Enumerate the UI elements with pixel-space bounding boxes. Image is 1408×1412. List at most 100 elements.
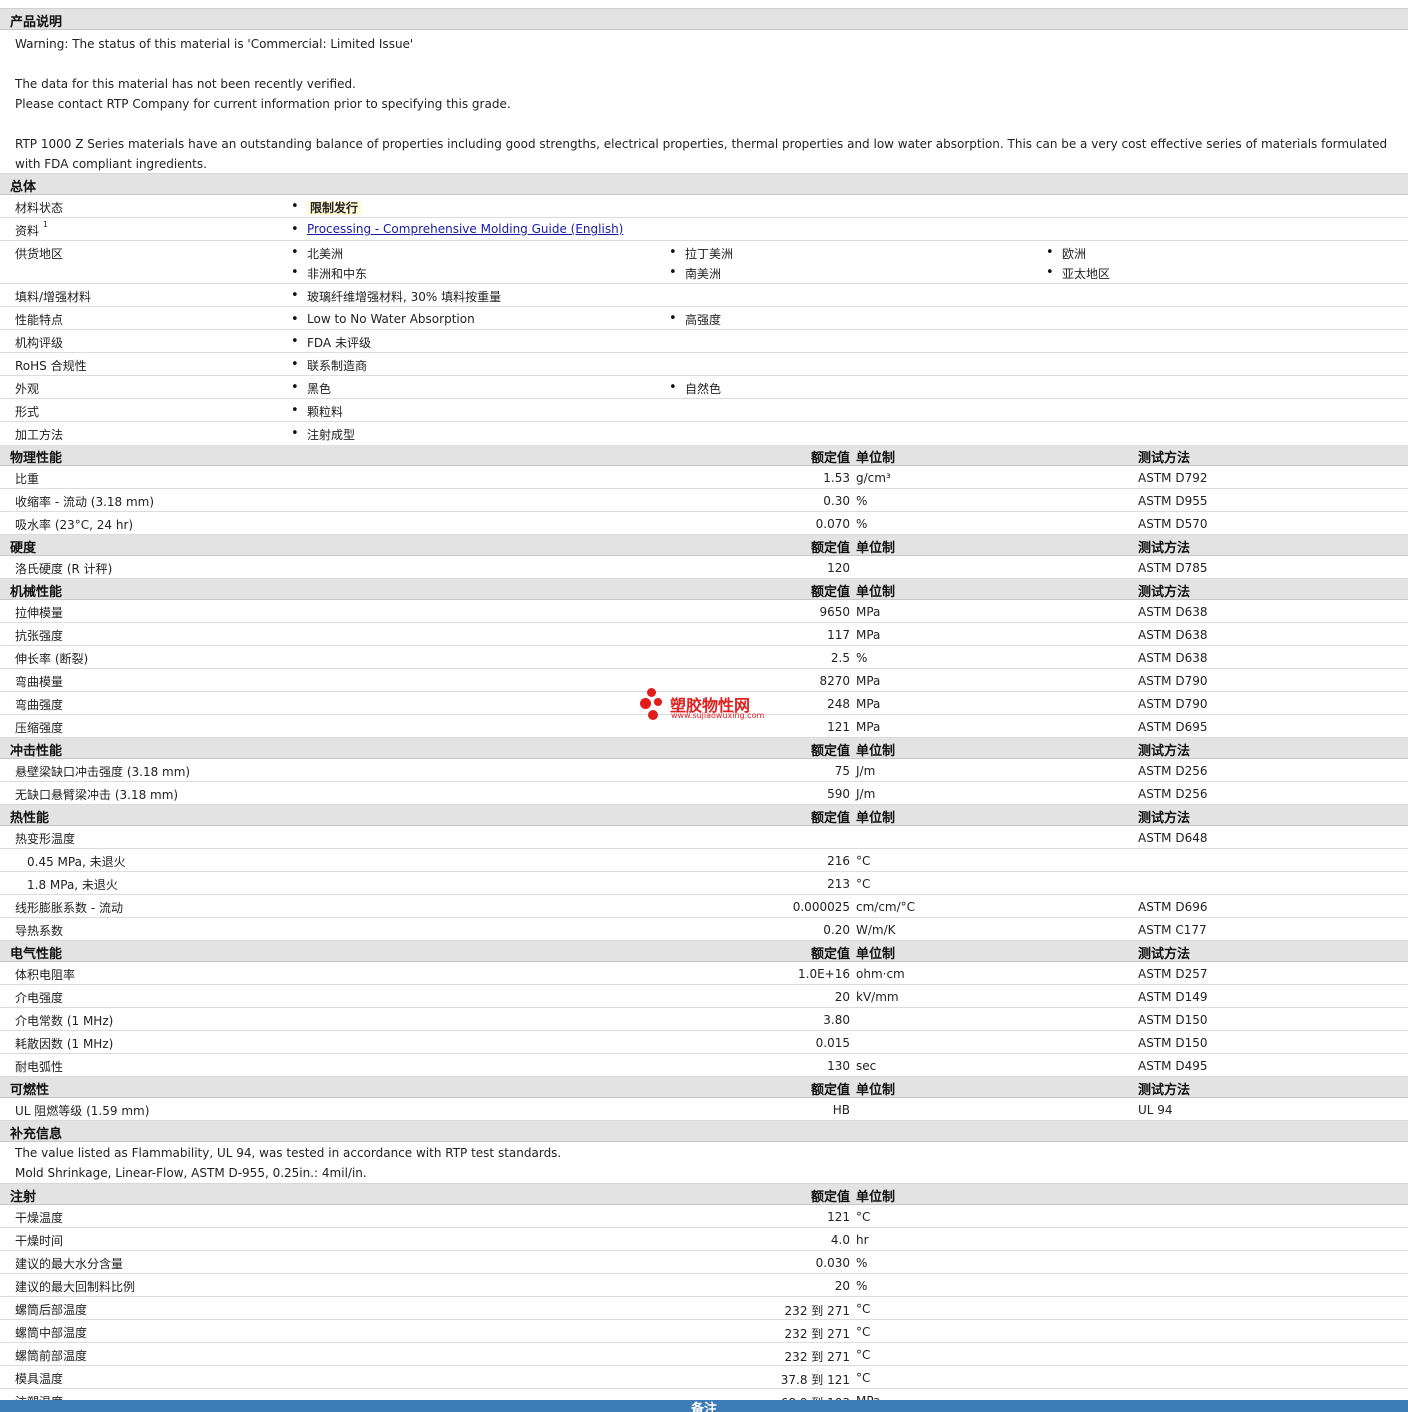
section-title: 物理性能 [10, 451, 63, 466]
property-value: 121 [827, 1210, 850, 1224]
table-row: 拉伸模量 9650 MPa ASTM D638 [0, 600, 1408, 623]
property-value: 75 [834, 764, 850, 778]
bullet-item: 注射成型 [291, 426, 355, 443]
supplement-text: The value listed as Flammability, UL 94,… [0, 1142, 1408, 1184]
section-header-thermal: 热性能 额定值 单位制 测试方法 [0, 805, 1408, 826]
column-header-value: 额定值 [810, 1190, 850, 1205]
property-name: 干燥时间 [15, 1234, 64, 1248]
property-unit: MPa [856, 628, 881, 642]
property-name: UL 阻燃等级 (1.59 mm) [15, 1104, 150, 1118]
table-row: 热变形温度 ASTM D648 [0, 826, 1408, 849]
property-unit: MPa [856, 674, 881, 688]
property-name: 耐电弧性 [15, 1060, 64, 1074]
property-value: 0.20 [823, 923, 850, 937]
property-unit: % [856, 651, 868, 665]
test-method: ASTM D696 [1138, 900, 1208, 914]
section-header-description: 产品说明 [0, 9, 1408, 30]
logo-dot [654, 698, 662, 706]
property-name: 洛氏硬度 (R 计秤) [15, 562, 113, 576]
property-unit: cm/cm/°C [856, 900, 916, 914]
property-name: 压缩强度 [15, 721, 64, 735]
bullet-item: 玻璃纤维增强材料, 30% 填料按重量 [291, 288, 501, 305]
footnote-marker: 1 [42, 220, 48, 229]
test-method: ASTM D790 [1138, 674, 1208, 688]
bullet-item: FDA 未评级 [291, 334, 371, 351]
property-unit: % [856, 494, 868, 508]
logo-dot [648, 710, 658, 720]
column-header-unit: 单位制 [856, 1083, 896, 1098]
property-value: 248 [827, 697, 850, 711]
notes-footer-bar[interactable]: 备注 [0, 1400, 1408, 1412]
property-unit: % [856, 1256, 868, 1270]
property-name: 吸水率 (23°C, 24 hr) [15, 518, 134, 532]
property-unit: °C [856, 1348, 871, 1362]
general-row-processing: 加工方法 注射成型 [0, 422, 1408, 445]
table-row: 0.45 MPa, 未退火 216 °C [0, 849, 1408, 872]
table-row: 伸长率 (断裂) 2.5% ASTM D638 [0, 646, 1408, 669]
column-header-unit: 单位制 [856, 947, 896, 962]
bullet-item: 拉丁美洲 [669, 245, 733, 262]
table-row: 介电强度 20 kV/mm ASTM D149 [0, 985, 1408, 1008]
property-unit: MPa [856, 605, 881, 619]
property-unit: kV/mm [856, 990, 899, 1004]
test-method: ASTM D495 [1138, 1059, 1208, 1073]
property-name: 拉伸模量 [15, 606, 64, 620]
property-name: 1.8 MPa, 未退火 [27, 878, 118, 892]
table-row: 建议的最大回制料比例 20% [0, 1274, 1408, 1297]
property-name: 介电强度 [15, 991, 64, 1005]
section-title: 机械性能 [10, 585, 63, 600]
property-value: 20 [834, 990, 850, 1004]
property-unit: J/m [856, 787, 876, 801]
property-name: 伸长率 (断裂) [15, 652, 89, 666]
property-value: 232 到 271 [784, 1350, 850, 1364]
property-unit: °C [856, 1302, 871, 1316]
property-name: 耗散因数 (1 MHz) [15, 1037, 114, 1051]
property-value: 120 [827, 561, 850, 575]
row-label: 性能特点 [15, 313, 64, 327]
processing-guide-link[interactable]: Processing - Comprehensive Molding Guide… [307, 222, 623, 236]
property-value: 20 [834, 1279, 850, 1293]
column-header-method: 测试方法 [1138, 541, 1191, 556]
column-header-value: 额定值 [810, 947, 850, 962]
property-unit: MPa [856, 720, 881, 734]
bullet-item: 非洲和中东 [291, 265, 367, 282]
test-method: ASTM D256 [1138, 764, 1208, 778]
column-header-value: 额定值 [810, 1083, 850, 1098]
property-name: 建议的最大回制料比例 [15, 1280, 136, 1294]
row-label: 加工方法 [15, 428, 64, 442]
property-name: 抗张强度 [15, 629, 64, 643]
property-value: 232 到 271 [784, 1304, 850, 1318]
description-line: Please contact RTP Company for current i… [15, 97, 511, 111]
column-header-method: 测试方法 [1138, 585, 1191, 600]
property-unit: J/m [856, 764, 876, 778]
watermark-logo: 塑胶物性网 www.sujiaowuxing.com [640, 688, 780, 724]
general-row-appearance: 外观 黑色 自然色 [0, 376, 1408, 399]
property-name: 弯曲模量 [15, 675, 64, 689]
property-value: 121 [827, 720, 850, 734]
column-header-unit: 单位制 [856, 541, 896, 556]
table-row: 干燥时间 4.0 hr [0, 1228, 1408, 1251]
column-header-unit: 单位制 [856, 744, 896, 759]
column-header-method: 测试方法 [1138, 811, 1191, 826]
table-row: 耗散因数 (1 MHz) 0.015 ASTM D150 [0, 1031, 1408, 1054]
property-value: 216 [827, 854, 850, 868]
property-value: 117 [827, 628, 850, 642]
section-header-mechanical: 机械性能 额定值 单位制 测试方法 [0, 579, 1408, 600]
footer-label: 备注 [690, 1402, 717, 1412]
bullet-item: Low to No Water Absorption [291, 312, 475, 327]
section-title: 产品说明 [10, 15, 63, 30]
bullet-item: 欧洲 [1046, 245, 1086, 262]
general-row-form: 形式 颗粒料 [0, 399, 1408, 422]
property-value: 0.30 [823, 494, 850, 508]
property-value: 2.5 [830, 651, 850, 665]
logo-dot [647, 688, 656, 697]
section-header-hardness: 硬度 额定值 单位制 测试方法 [0, 535, 1408, 556]
property-value: 37.8 到 121 [780, 1373, 850, 1387]
property-value: 1.53 [823, 471, 850, 485]
bullet-item: 高强度 [669, 311, 721, 328]
property-value: 232 到 271 [784, 1327, 850, 1341]
property-name: 模具温度 [15, 1372, 64, 1386]
property-unit: hr [856, 1233, 869, 1247]
section-title: 硬度 [10, 541, 37, 556]
property-unit: °C [856, 1371, 871, 1385]
